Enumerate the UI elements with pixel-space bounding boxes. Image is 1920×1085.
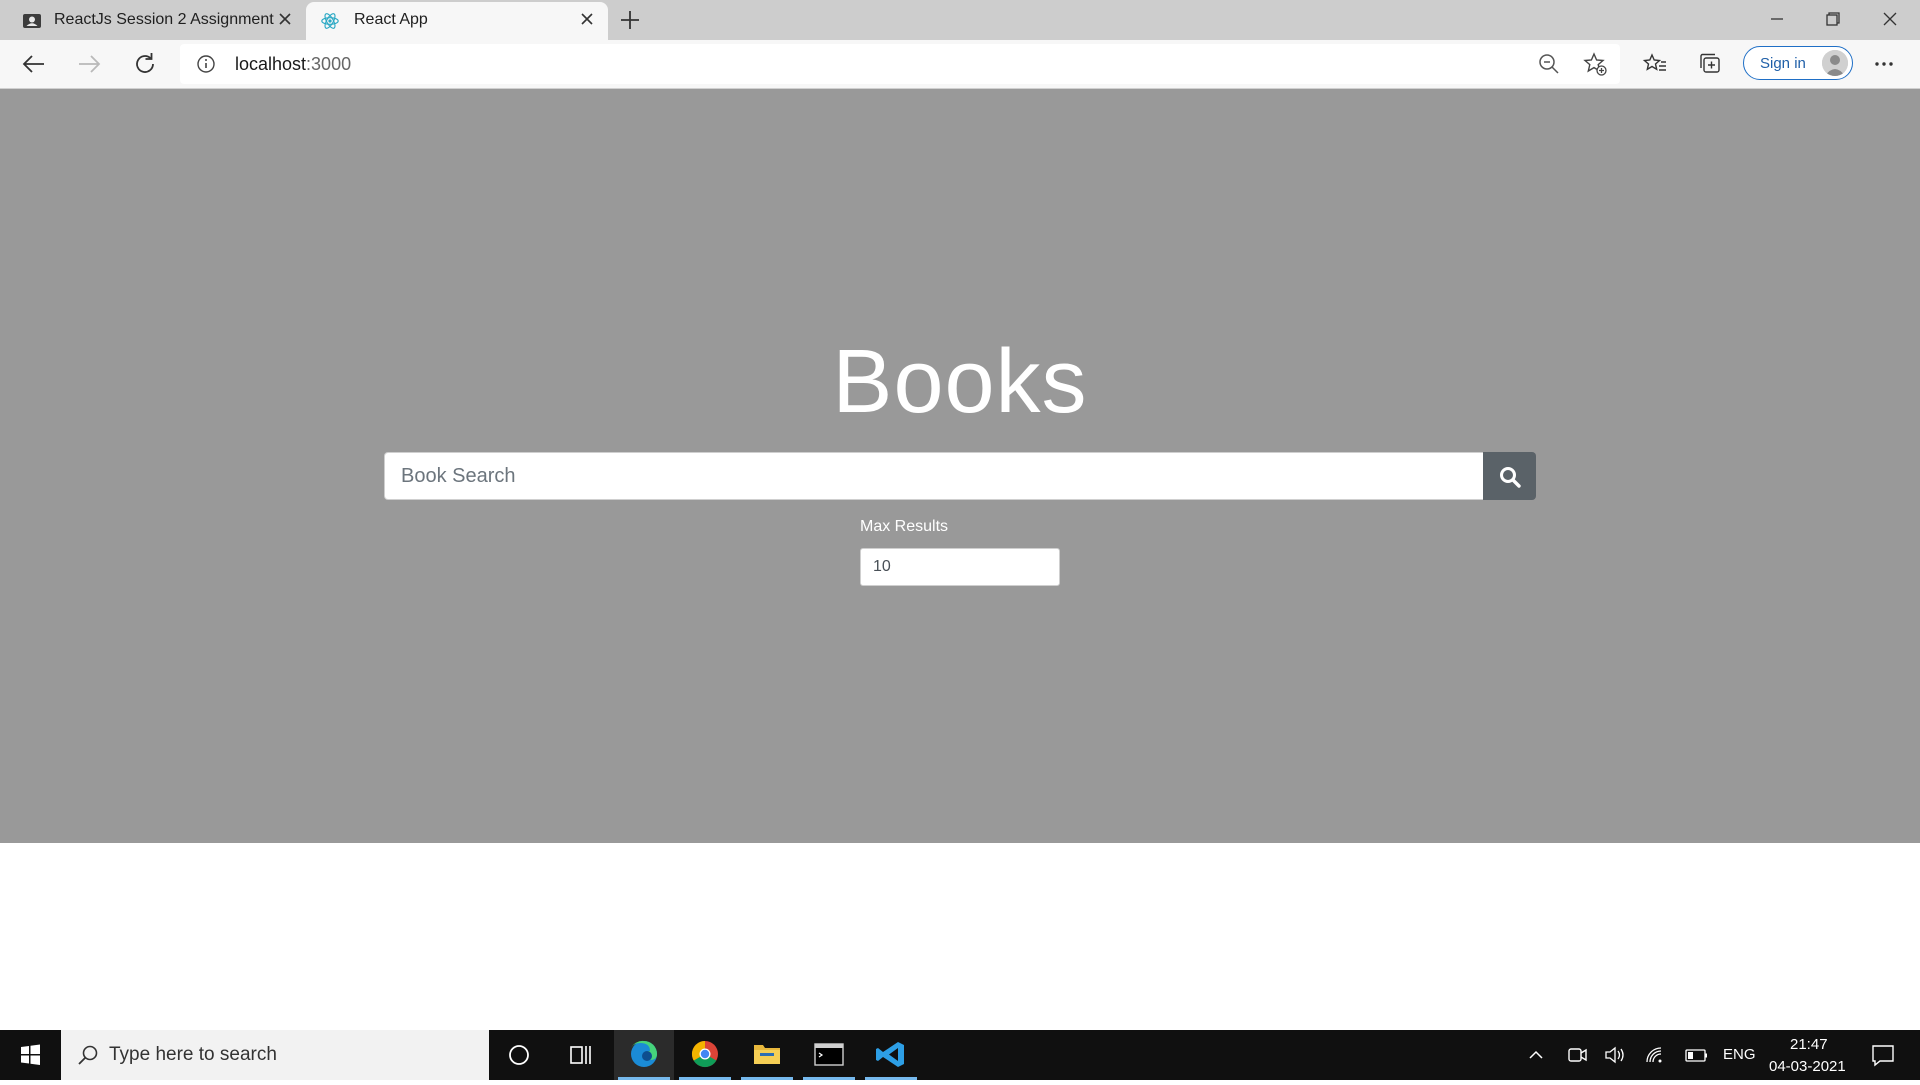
language-indicator[interactable]: ENG: [1723, 1046, 1756, 1063]
taskbar-chrome-app[interactable]: [675, 1030, 735, 1080]
taskbar-edge-app[interactable]: [614, 1030, 674, 1080]
address-bar[interactable]: localhost:3000: [180, 44, 1620, 84]
max-results-input[interactable]: [860, 548, 1060, 586]
taskbar-terminal-app[interactable]: [799, 1030, 859, 1080]
browser-toolbar: localhost:3000 Sign in: [0, 40, 1920, 89]
add-favorite-icon[interactable]: [1581, 50, 1609, 78]
taskbar-search-box[interactable]: Type here to search: [61, 1030, 489, 1080]
tab-react-app[interactable]: React App: [306, 2, 608, 40]
notification-center-icon[interactable]: [1866, 1030, 1900, 1080]
refresh-icon[interactable]: [131, 50, 159, 78]
close-tab-icon[interactable]: [274, 8, 296, 30]
more-options-icon[interactable]: [1870, 50, 1898, 78]
taskbar-search-placeholder: Type here to search: [109, 1044, 277, 1065]
cortana-icon[interactable]: [499, 1030, 539, 1080]
close-tab-icon[interactable]: [576, 8, 598, 30]
sign-in-label: Sign in: [1760, 55, 1806, 72]
hero-section: Books Max Results: [0, 89, 1920, 843]
edge-browser-icon: [631, 1040, 657, 1067]
tab-reactjs-session[interactable]: ReactJs Session 2 Assignment: [0, 2, 306, 40]
windows-start-icon[interactable]: [0, 1030, 61, 1080]
new-tab-icon[interactable]: [618, 8, 642, 32]
react-logo-icon: [321, 13, 339, 29]
info-icon[interactable]: [196, 54, 216, 74]
forward-arrow-icon[interactable]: [75, 50, 103, 78]
url-text: localhost:3000: [235, 54, 352, 74]
battery-icon[interactable]: [1682, 1030, 1710, 1080]
zoom-out-icon[interactable]: [1535, 50, 1563, 78]
max-results-label: Max Results: [860, 518, 949, 535]
back-arrow-icon[interactable]: [20, 50, 48, 78]
terminal-icon: [814, 1043, 844, 1066]
show-hidden-icons-icon[interactable]: [1522, 1030, 1550, 1080]
search-button[interactable]: [1483, 452, 1536, 500]
favorites-icon[interactable]: [1641, 50, 1669, 78]
tab-title: React App: [354, 11, 428, 28]
minimize-icon[interactable]: [1764, 6, 1790, 32]
close-window-icon[interactable]: [1877, 6, 1903, 32]
avatar: [1822, 50, 1848, 76]
windows-taskbar: Type here to search ENG 21:47 04-03-2021: [0, 1030, 1920, 1080]
search-icon: [78, 1045, 98, 1065]
browser-tab-strip: ReactJs Session 2 Assignment React App: [0, 0, 1920, 40]
restore-icon[interactable]: [1820, 6, 1846, 32]
meet-now-icon[interactable]: [1563, 1030, 1591, 1080]
wifi-icon[interactable]: [1641, 1030, 1669, 1080]
profile-card-icon: [23, 14, 41, 28]
book-search-input[interactable]: [384, 452, 1483, 500]
vscode-icon: [876, 1042, 904, 1067]
taskbar-file-explorer-app[interactable]: [737, 1030, 797, 1080]
sign-in-button[interactable]: Sign in: [1743, 46, 1853, 80]
clock[interactable]: 21:47 04-03-2021: [1768, 1034, 1850, 1078]
tab-title: ReactJs Session 2 Assignment: [54, 11, 274, 28]
clock-time: 21:47: [1790, 1036, 1828, 1053]
collections-icon[interactable]: [1696, 50, 1724, 78]
clock-date: 04-03-2021: [1769, 1058, 1846, 1075]
taskbar-vscode-app[interactable]: [861, 1030, 921, 1080]
volume-icon[interactable]: [1601, 1030, 1629, 1080]
folder-icon: [754, 1045, 780, 1064]
task-view-icon[interactable]: [560, 1030, 600, 1080]
chrome-browser-icon: [691, 1040, 718, 1068]
page-title: Books: [832, 332, 1088, 432]
search-icon: [1500, 467, 1521, 488]
